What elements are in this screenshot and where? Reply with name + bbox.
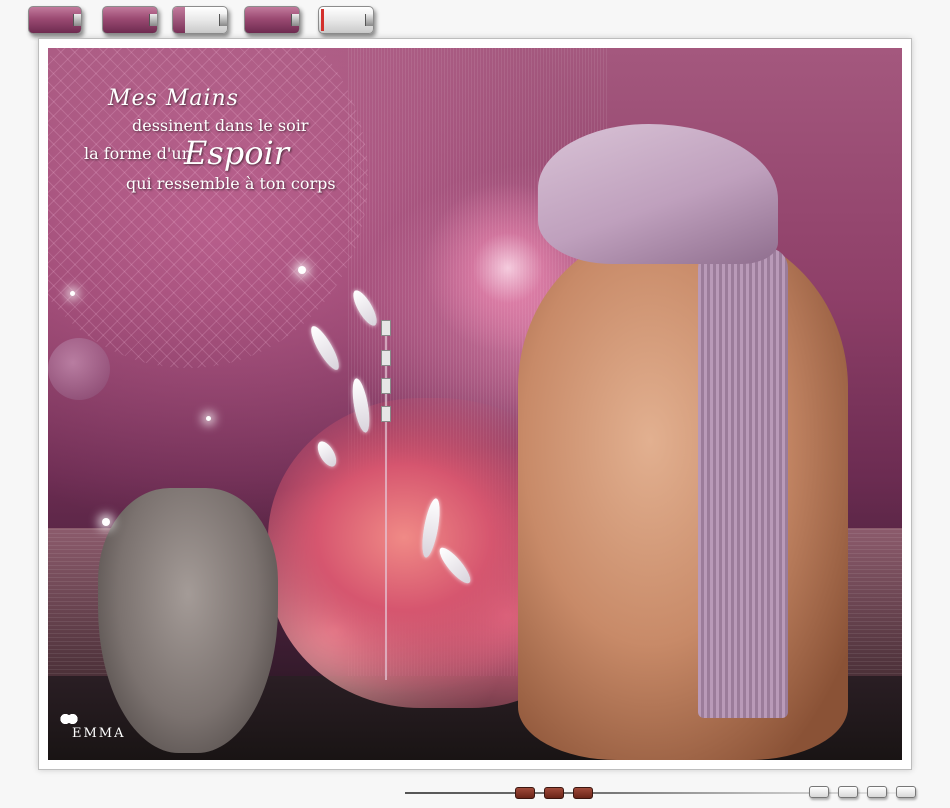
swatch-3 [172,6,228,34]
bottom-white-3 [867,786,887,798]
bottom-white-4 [896,786,916,798]
head-scarf [538,124,778,264]
sparkle-2 [70,291,75,296]
swatch-4 [244,6,300,34]
bottom-pill-3 [573,787,593,799]
poem-line-3a: la forme d'un [84,144,192,163]
poem-line-2: dessinent dans le soir [132,116,309,135]
bottom-white-2 [838,786,858,798]
woman-figure [518,228,848,760]
top-decor-bar [22,4,382,36]
poem-line-3b: Espoir [184,134,290,172]
bottom-pill-1 [515,787,535,799]
swatch-5 [318,6,374,34]
scarf-tail [698,248,788,718]
bubble [48,338,110,400]
bottom-white-1 [809,786,829,798]
sparkle-4 [206,416,211,421]
poem-line-1: Mes Mains [108,86,239,111]
artist-signature: EMMA [60,712,170,752]
swatch-2 [102,6,158,34]
vertical-marker-4 [381,406,391,422]
vertical-marker-2 [381,350,391,366]
vertical-marker-3 [381,378,391,394]
butterfly-icon [60,712,78,726]
feather-2 [306,322,344,374]
poem-text: Mes Mains dessinent dans le soir la form… [48,48,368,208]
poem-line-4: qui ressemble à ton corps [126,174,336,193]
vertical-line [385,320,387,680]
vertical-marker-1 [381,320,391,336]
signature-text: EMMA [72,726,126,741]
sparkle-3 [102,518,110,526]
bottom-pill-2 [544,787,564,799]
swatch-1 [28,6,82,34]
bottom-decor-bar [405,782,925,804]
sparkle-1 [298,266,306,274]
